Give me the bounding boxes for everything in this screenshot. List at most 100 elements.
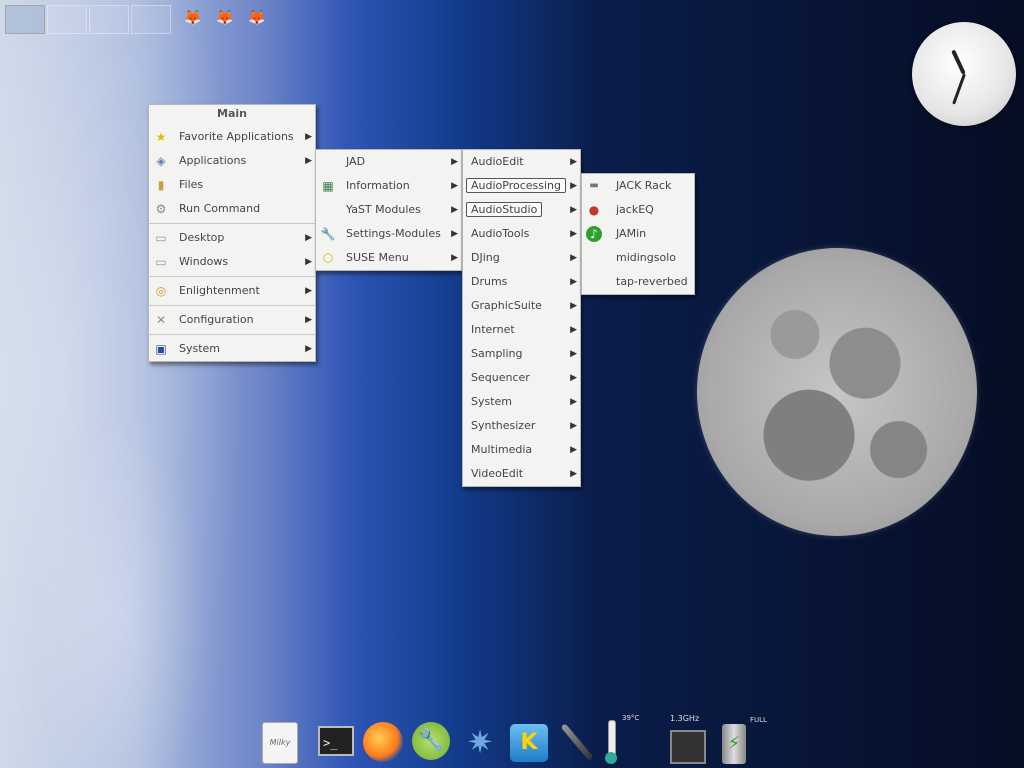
- star-icon: ★: [155, 130, 167, 144]
- submenu-arrow-icon: ▶: [570, 349, 577, 359]
- jackeq-icon: ●: [588, 203, 600, 217]
- submenu-arrow-icon: ▶: [305, 286, 312, 296]
- information-icon: ▦: [322, 179, 334, 193]
- menu-item-multimedia[interactable]: Multimedia ▶: [463, 438, 580, 462]
- menu-item-audiotools[interactable]: AudioTools ▶: [463, 222, 580, 246]
- menu-item-jack-rack[interactable]: ▬ JACK Rack: [582, 174, 694, 198]
- menu-item-jamin[interactable]: ♪ JAMin: [582, 222, 694, 246]
- menu-item-tap-reverbed[interactable]: tap-reverbed: [582, 270, 694, 294]
- submenu-arrow-icon: ▶: [305, 132, 312, 142]
- menu-item-files[interactable]: ▮ Files: [149, 173, 315, 197]
- desktop-pager: [5, 5, 171, 34]
- menu-item-system[interactable]: ▣ System ▶: [149, 337, 315, 361]
- submenu-arrow-icon: ▶: [451, 181, 458, 191]
- kontact-icon[interactable]: K: [508, 720, 548, 762]
- submenu-arrow-icon: ▶: [305, 156, 312, 166]
- menu-separator: [149, 334, 315, 335]
- applications-submenu: JAD ▶ ▦ Information ▶ YaST Modules ▶ 🔧 S…: [315, 149, 462, 271]
- menu-title: Main: [217, 107, 247, 120]
- menu-item-windows[interactable]: ▭ Windows ▶: [149, 250, 315, 274]
- configuration-icon: ✕: [155, 313, 167, 327]
- submenu-arrow-icon: ▶: [570, 469, 577, 479]
- thermometer-icon[interactable]: 39°C: [600, 714, 646, 764]
- submenu-arrow-icon: ▶: [570, 157, 577, 167]
- submenu-arrow-icon: ▶: [305, 257, 312, 267]
- submenu-arrow-icon: ▶: [570, 325, 577, 335]
- jamin-icon: ♪: [586, 226, 602, 242]
- menu-item-yast-modules[interactable]: YaST Modules ▶: [316, 198, 461, 222]
- clock-hour-hand: [951, 49, 966, 75]
- suse-menu-icon: ⬡: [322, 251, 334, 265]
- applications-icon: ◈: [156, 154, 166, 168]
- enlightenment-icon: ◎: [155, 284, 167, 298]
- moon-image: [697, 248, 977, 536]
- pager-desk-2[interactable]: [47, 5, 87, 34]
- menu-item-audiostudio[interactable]: AudioStudio ▶: [463, 198, 580, 222]
- menu-item-system[interactable]: System ▶: [463, 390, 580, 414]
- audiostudio-submenu: ▬ JACK Rack ● jackEQ ♪ JAMin midingsolo …: [581, 173, 695, 295]
- gimp-icon[interactable]: 🦊: [216, 10, 240, 26]
- cpu-icon[interactable]: 1.3GHz: [666, 714, 706, 764]
- menu-item-desktop[interactable]: ▭ Desktop ▶: [149, 226, 315, 250]
- gimp-icon[interactable]: 🦊: [184, 10, 208, 26]
- menu-item-audioedit[interactable]: AudioEdit ▶: [463, 150, 580, 174]
- submenu-arrow-icon: ▶: [570, 397, 577, 407]
- submenu-arrow-icon: ▶: [570, 229, 577, 239]
- menu-item-internet[interactable]: Internet ▶: [463, 318, 580, 342]
- menu-item-configuration[interactable]: ✕ Configuration ▶: [149, 308, 315, 332]
- menu-item-djing[interactable]: DJing ▶: [463, 246, 580, 270]
- audio-jack-icon[interactable]: [556, 720, 596, 762]
- submenu-arrow-icon: ▶: [570, 445, 577, 455]
- menu-item-midingsolo[interactable]: midingsolo: [582, 246, 694, 270]
- menu-item-run-command[interactable]: ⚙ Run Command: [149, 197, 315, 221]
- submenu-arrow-icon: ▶: [305, 344, 312, 354]
- main-menu: Main ★ Favorite Applications ▶ ◈ Applica…: [148, 104, 316, 362]
- submenu-arrow-icon: ▶: [451, 205, 458, 215]
- menu-item-audioprocessing[interactable]: AudioProcessing ▶: [463, 174, 580, 198]
- submenu-arrow-icon: ▶: [570, 277, 577, 287]
- kde-network-icon[interactable]: ✷: [458, 720, 498, 762]
- menu-item-graphicsuite[interactable]: GraphicSuite ▶: [463, 294, 580, 318]
- menu-item-synthesizer[interactable]: Synthesizer ▶: [463, 414, 580, 438]
- menu-separator: [149, 223, 315, 224]
- menu-separator: [149, 276, 315, 277]
- firefox-icon[interactable]: [362, 720, 403, 762]
- submenu-arrow-icon: ▶: [570, 253, 577, 263]
- submenu-arrow-icon: ▶: [570, 421, 577, 431]
- menu-item-sequencer[interactable]: Sequencer ▶: [463, 366, 580, 390]
- jack-rack-icon: ▬: [589, 180, 599, 191]
- system-icon: ▣: [155, 342, 167, 356]
- submenu-arrow-icon: ▶: [451, 229, 458, 239]
- menu-item-applications[interactable]: ◈ Applications ▶: [149, 149, 315, 173]
- submenu-arrow-icon: ▶: [451, 253, 458, 263]
- submenu-arrow-icon: ▶: [570, 373, 577, 383]
- windows-icon: ▭: [155, 255, 167, 269]
- menu-item-information[interactable]: ▦ Information ▶: [316, 174, 461, 198]
- gimp-icon[interactable]: 🦊: [248, 10, 272, 26]
- folder-icon: ▮: [157, 178, 165, 192]
- menu-item-jackeq[interactable]: ● jackEQ: [582, 198, 694, 222]
- menu-item-jad[interactable]: JAD ▶: [316, 150, 461, 174]
- pager-desk-4[interactable]: [131, 5, 171, 34]
- menu-item-sampling[interactable]: Sampling ▶: [463, 342, 580, 366]
- submenu-arrow-icon: ▶: [305, 315, 312, 325]
- menu-item-favorite-applications[interactable]: ★ Favorite Applications ▶: [149, 125, 315, 149]
- yast-icon[interactable]: 🔧: [410, 720, 450, 762]
- clock-minute-hand: [951, 73, 966, 105]
- menu-item-suse-menu[interactable]: ⬡ SUSE Menu ▶: [316, 246, 461, 270]
- submenu-arrow-icon: ▶: [570, 301, 577, 311]
- battery-icon[interactable]: ⚡ FULL: [718, 716, 770, 764]
- terminal-icon[interactable]: >_: [316, 720, 356, 762]
- menu-item-settings-modules[interactable]: 🔧 Settings-Modules ▶: [316, 222, 461, 246]
- menu-item-videoedit[interactable]: VideoEdit ▶: [463, 462, 580, 486]
- menu-item-drums[interactable]: Drums ▶: [463, 270, 580, 294]
- milky-icon[interactable]: Milky: [260, 720, 300, 764]
- pager-desk-1[interactable]: [5, 5, 45, 34]
- submenu-arrow-icon: ▶: [451, 157, 458, 167]
- temperature-label: 39°C: [622, 714, 640, 722]
- pager-desk-3[interactable]: [89, 5, 129, 34]
- jad-submenu: AudioEdit ▶ AudioProcessing ▶ AudioStudio ▶…: [462, 149, 581, 487]
- battery-status-label: FULL: [750, 716, 767, 724]
- analog-clock[interactable]: [912, 22, 1016, 126]
- menu-item-enlightenment[interactable]: ◎ Enlightenment ▶: [149, 279, 315, 303]
